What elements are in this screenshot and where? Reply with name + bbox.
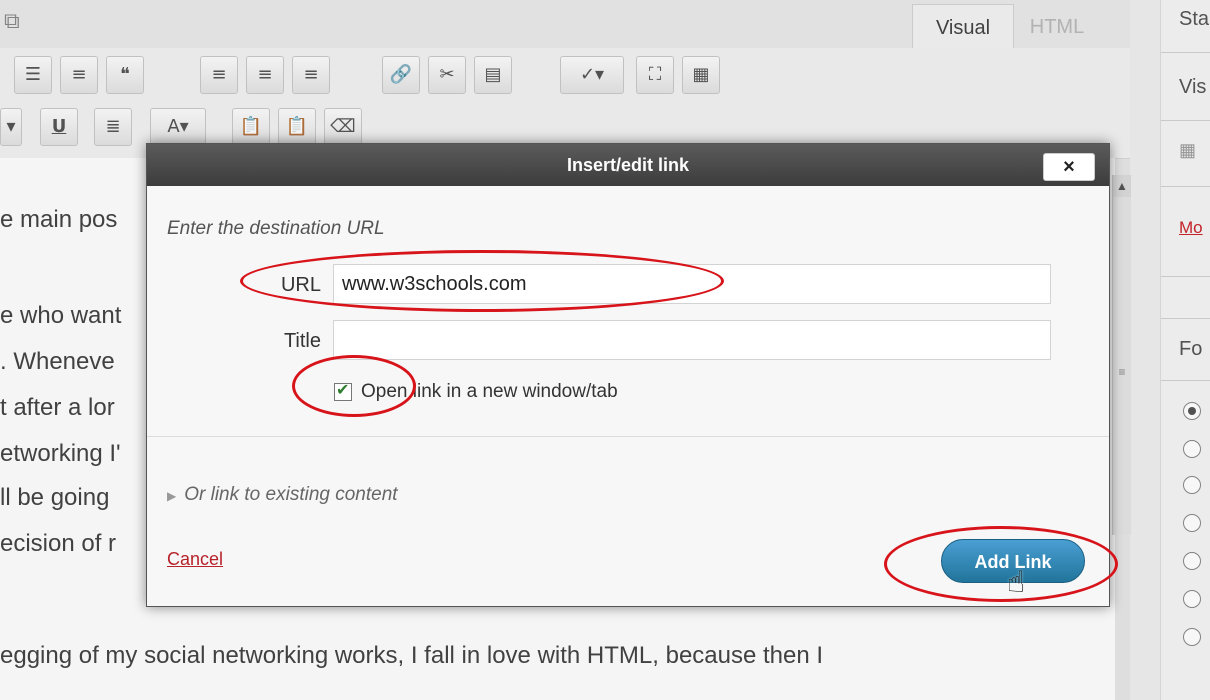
title-label: Title	[283, 330, 321, 352]
annotation-oval-url	[240, 250, 724, 312]
dialog-title: Insert/edit link	[147, 144, 1109, 186]
close-icon[interactable]: ×	[1043, 153, 1095, 181]
annotation-oval-add-link	[884, 526, 1118, 602]
link-existing-toggle[interactable]: ▶ Or link to existing content	[167, 484, 398, 506]
annotation-oval-checkbox	[292, 355, 416, 417]
expand-triangle-icon: ▶	[167, 489, 177, 503]
dialog-divider	[147, 436, 1109, 437]
link-existing-label: Or link to existing content	[184, 484, 398, 505]
cancel-link[interactable]: Cancel	[167, 549, 223, 570]
dialog-prompt: Enter the destination URL	[167, 218, 385, 239]
title-input[interactable]	[333, 320, 1051, 360]
